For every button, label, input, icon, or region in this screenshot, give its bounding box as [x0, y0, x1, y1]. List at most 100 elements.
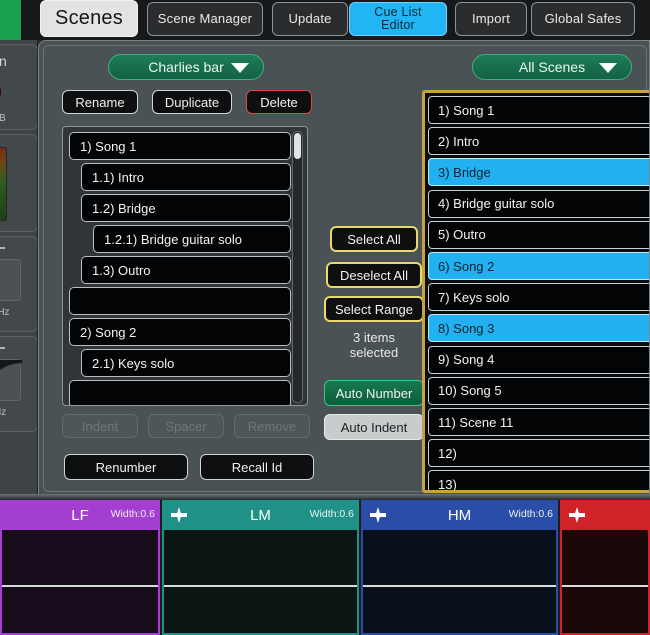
recall-id-button[interactable]: Recall Id	[200, 454, 314, 480]
eq-band[interactable]: HF	[560, 500, 650, 635]
cue-list-item[interactable]: 1.2.1) Bridge guitar solo	[93, 225, 291, 253]
tab-update[interactable]: Update	[272, 2, 348, 36]
cue-list-scrollbar-thumb[interactable]	[294, 133, 301, 159]
eq-band-width-value: Width:0.6	[310, 508, 354, 520]
cue-list-dropdown[interactable]: Charlies bar	[108, 54, 264, 80]
spacer-button[interactable]: Spacer	[148, 414, 224, 438]
tab-global-safes[interactable]: Global Safes	[531, 2, 635, 36]
cue-list-item-label: 1.2.1) Bridge guitar solo	[104, 232, 242, 247]
eq-band-handle-bar-icon	[370, 513, 386, 517]
eq-band-graph[interactable]	[560, 530, 650, 635]
eq-band-header: HF	[560, 500, 650, 530]
low-cut-graph	[0, 259, 21, 301]
scene-list-item[interactable]: 5) Outro✓	[428, 221, 650, 249]
eq-band-zero-line	[2, 585, 158, 587]
cue-list-item-label: 2.1) Keys solo	[92, 356, 174, 371]
duplicate-button-label: Duplicate	[165, 95, 219, 110]
scene-list-item[interactable]: 6) Song 2✓	[428, 252, 650, 280]
high-cut-curve-icon	[0, 347, 5, 349]
eq-band-graph[interactable]	[162, 530, 359, 635]
eq-band-width-value: Width:0.6	[111, 508, 155, 520]
scene-list-item[interactable]: 7) Keys solo✓	[428, 283, 650, 311]
cue-list[interactable]: 1) Song 1 1.1) Intro 1.2) Bridge 1.2.1) Bri…	[62, 126, 308, 406]
scene-list-item[interactable]: 11) Scene 11✓	[428, 408, 650, 436]
cue-list-item[interactable]: 1) Song 1	[69, 132, 291, 160]
cue-list-scrollbar[interactable]	[292, 131, 303, 403]
chevron-down-icon	[599, 63, 617, 73]
eq-band-handle-bar-icon	[171, 513, 187, 517]
delete-button-label: Delete	[260, 95, 298, 110]
renumber-button[interactable]: Renumber	[64, 454, 188, 480]
rename-button[interactable]: Rename	[62, 90, 138, 114]
remove-button-label: Remove	[248, 419, 296, 434]
scene-list-item[interactable]: 4) Bridge guitar solo✓	[428, 190, 650, 218]
cue-list-item-label: 2) Song 2	[80, 325, 136, 340]
select-range-button[interactable]: Select Range	[324, 296, 424, 322]
cue-list-item-label: 1.3) Outro	[92, 263, 151, 278]
scene-list-item[interactable]: 10) Song 5✓	[428, 377, 650, 405]
cue-list-item[interactable]: 1.2) Bridge	[81, 194, 291, 222]
cue-list-item[interactable]: 2) Song 2	[69, 318, 291, 346]
eq-band[interactable]: LFWidth:0.6	[0, 500, 160, 635]
scene-list-item[interactable]: 1) Song 1✓	[428, 96, 650, 124]
cue-list-editor-panel: Charlies bar All Scenes Rename Duplicate…	[38, 40, 650, 495]
cue-list-item[interactable]	[69, 287, 291, 315]
gain-section[interactable]: n B	[0, 44, 38, 130]
scene-filter-dropdown-label: All Scenes	[519, 59, 585, 75]
level-meter-bar	[0, 147, 7, 221]
eq-band-graph[interactable]	[361, 530, 558, 635]
scene-list-item[interactable]: 3) Bridge✓	[428, 158, 650, 186]
high-cut-section[interactable]: kHz	[0, 336, 38, 432]
tab-global-safes-label: Global Safes	[545, 12, 622, 26]
selection-count: 3 items selected	[324, 330, 424, 360]
cue-list-item-label: 1) Song 1	[80, 139, 136, 154]
rename-button-label: Rename	[75, 95, 124, 110]
cue-list-item[interactable]: 1.3) Outro	[81, 256, 291, 284]
scene-list-item-label: 12)	[438, 446, 457, 461]
tab-scene-manager[interactable]: Scene Manager	[147, 2, 263, 36]
scene-list-item-label: 7) Keys solo	[438, 290, 510, 305]
gain-knob[interactable]	[0, 77, 1, 107]
tab-import-label: Import	[472, 12, 510, 26]
cue-list-dropdown-label: Charlies bar	[148, 59, 223, 75]
eq-band[interactable]: HMWidth:0.6	[361, 500, 558, 635]
scene-list-item[interactable]: 9) Song 4✓	[428, 346, 650, 374]
duplicate-button[interactable]: Duplicate	[152, 90, 232, 114]
tab-scenes[interactable]: Scenes	[40, 0, 138, 37]
gain-section-label: n	[0, 53, 7, 69]
eq-band-strip: LFWidth:0.6LMWidth:0.6HMWidth:0.6HF	[0, 500, 650, 635]
selection-count-line2: selected	[324, 345, 424, 360]
tab-import[interactable]: Import	[455, 2, 527, 36]
scene-list-item[interactable]: 8) Song 3✓	[428, 314, 650, 342]
scene-list-item[interactable]: 13)	[428, 470, 650, 493]
tab-cue-list-editor[interactable]: Cue List Editor	[349, 2, 447, 36]
eq-band-header: HMWidth:0.6	[361, 500, 558, 530]
auto-indent-button[interactable]: Auto Indent	[324, 414, 424, 440]
cue-list-item[interactable]	[69, 380, 291, 406]
deselect-all-button[interactable]: Deselect All	[326, 262, 422, 288]
scene-list-item[interactable]: 12)	[428, 439, 650, 467]
scenes-list[interactable]: 1) Song 1✓ 2) Intro✓ 3) Bridge✓ 4) Bridge g…	[422, 90, 650, 493]
eq-band-zero-line	[363, 585, 556, 587]
eq-band-graph[interactable]	[0, 530, 160, 635]
low-cut-section[interactable]: 0 Hz	[0, 236, 38, 332]
tab-scenes-label: Scenes	[55, 8, 123, 29]
cue-list-item[interactable]: 1.1) Intro	[81, 163, 291, 191]
eq-band-width-value: Width:0.6	[509, 508, 553, 520]
remove-button[interactable]: Remove	[234, 414, 310, 438]
delete-button[interactable]: Delete	[246, 90, 312, 114]
eq-band-name: LM	[250, 507, 271, 524]
eq-band[interactable]: LM Width:0.6	[162, 500, 359, 635]
spacer-button-label: Spacer	[165, 419, 206, 434]
indent-button[interactable]: Indent	[62, 414, 138, 438]
cue-list-item-label: 1.1) Intro	[92, 170, 144, 185]
cue-list-editor-panel-inner: Charlies bar All Scenes Rename Duplicate…	[43, 45, 647, 492]
scene-filter-dropdown[interactable]: All Scenes	[472, 54, 632, 80]
select-all-button[interactable]: Select All	[330, 226, 418, 252]
renumber-button-label: Renumber	[96, 460, 157, 475]
scene-list-item[interactable]: 2) Intro✓	[428, 127, 650, 155]
scene-list-item-label: 2) Intro	[438, 134, 479, 149]
auto-number-button[interactable]: Auto Number	[324, 380, 424, 406]
cue-list-item[interactable]: 2.1) Keys solo	[81, 349, 291, 377]
scene-list-item-label: 13)	[438, 477, 457, 492]
